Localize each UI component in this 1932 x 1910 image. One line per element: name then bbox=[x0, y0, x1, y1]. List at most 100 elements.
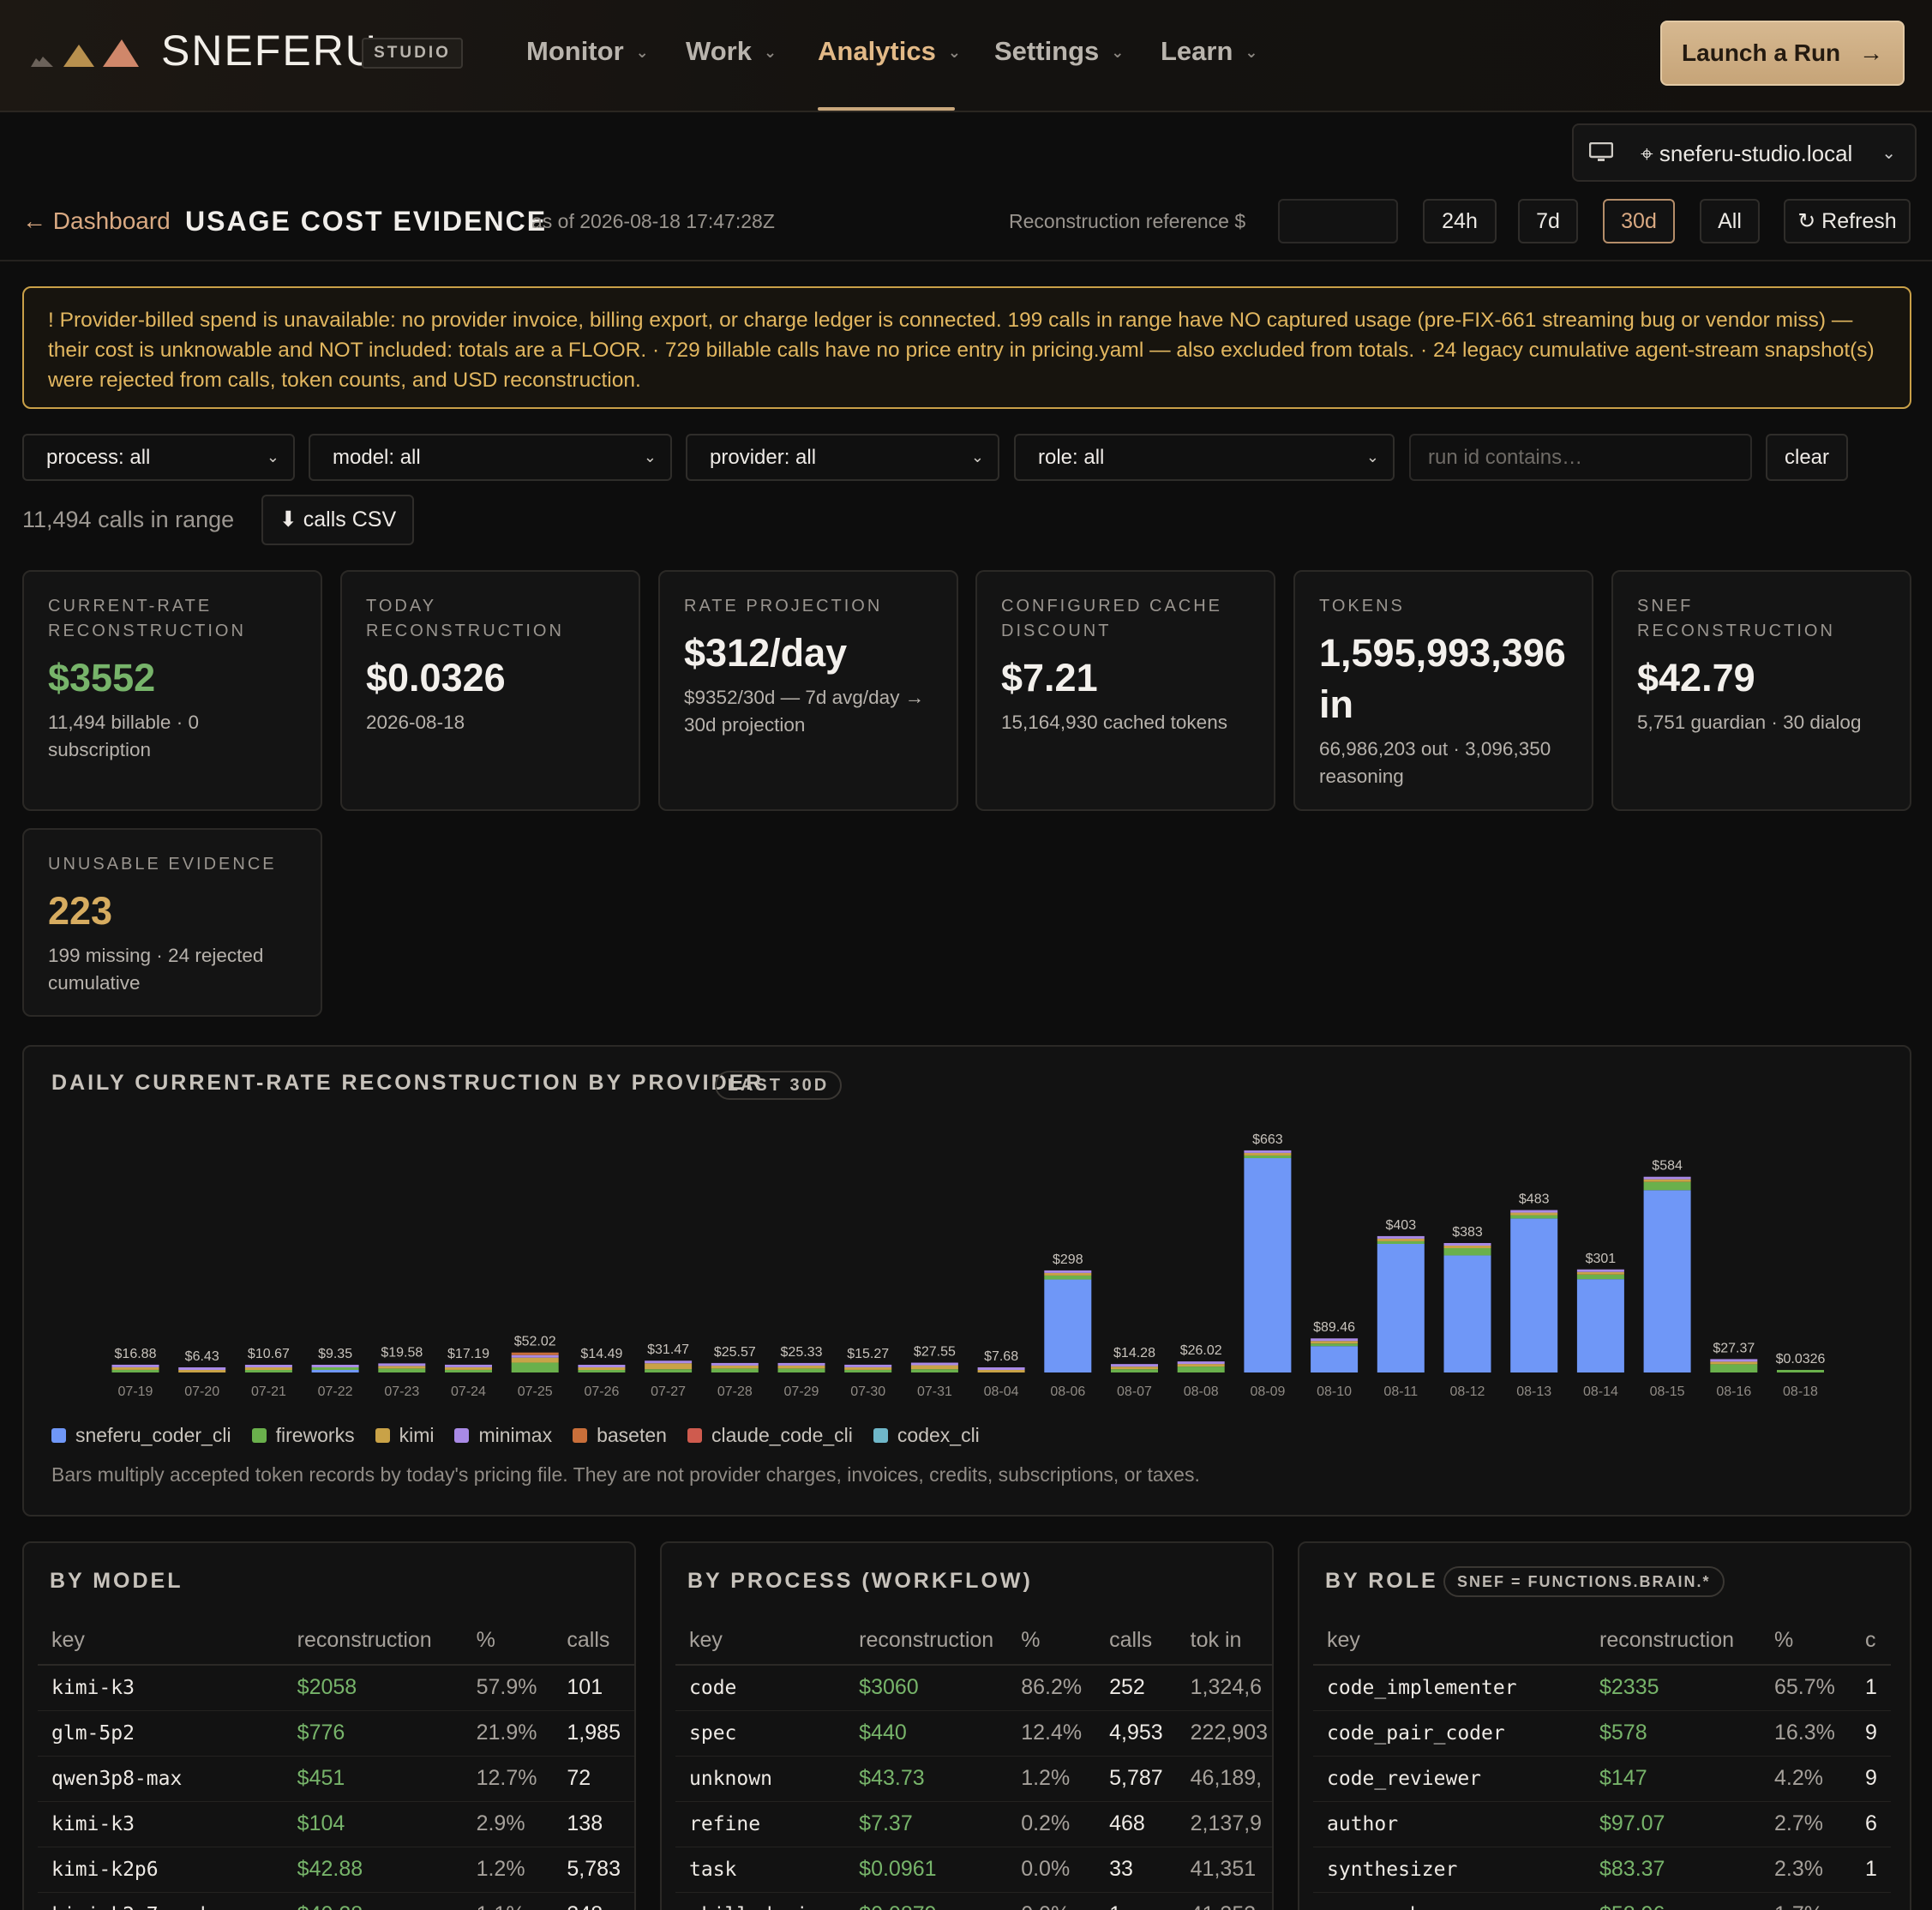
table-row[interactable]: code_implementer $2335 65.7% 1 bbox=[1313, 1665, 1891, 1711]
table-row[interactable]: code $3060 86.2% 252 1,324,6 bbox=[675, 1665, 1272, 1711]
bar-segment-sneferu_coder_cli[interactable] bbox=[1443, 1255, 1491, 1372]
bar-segment-fireworks[interactable] bbox=[910, 1369, 958, 1372]
model-filter-select[interactable]: model: all ⌄ bbox=[309, 434, 672, 481]
bar-segment-kimi[interactable] bbox=[645, 1363, 693, 1370]
bar-group-08-13[interactable] bbox=[1510, 1210, 1558, 1372]
bar-segment-kimi[interactable] bbox=[1377, 1238, 1425, 1241]
table-row[interactable]: code_pair_coder $578 16.3% 9 bbox=[1313, 1710, 1891, 1757]
column-header[interactable]: calls bbox=[553, 1617, 634, 1666]
range-all-button[interactable]: All bbox=[1700, 199, 1760, 243]
bar-group-08-08[interactable] bbox=[1177, 1361, 1225, 1372]
column-header[interactable]: tok in bbox=[1176, 1617, 1272, 1666]
bar-group-07-26[interactable] bbox=[578, 1365, 626, 1372]
table-row[interactable]: unknown $43.73 1.2% 5,787 46,189, bbox=[675, 1756, 1272, 1802]
column-header[interactable]: key bbox=[1313, 1617, 1586, 1666]
launch-run-button[interactable]: Launch a Run → bbox=[1660, 21, 1905, 86]
table-row[interactable]: qwen3p8-max $451 12.7% 72 bbox=[38, 1756, 634, 1802]
bar-segment-minimax[interactable] bbox=[977, 1367, 1025, 1370]
bar-segment-kimi[interactable] bbox=[1311, 1341, 1359, 1344]
bar-group-08-04[interactable] bbox=[977, 1367, 1025, 1372]
bar-group-07-25[interactable] bbox=[511, 1352, 559, 1372]
column-header[interactable]: key bbox=[675, 1617, 846, 1666]
bar-segment-kimi[interactable] bbox=[178, 1370, 226, 1372]
bar-segment-minimax[interactable] bbox=[1244, 1150, 1292, 1153]
host-selector[interactable]: ⌖ sneferu-studio.local ⌄ bbox=[1572, 123, 1917, 182]
legend-item-baseten[interactable]: baseten bbox=[573, 1424, 667, 1447]
bar-segment-fireworks[interactable] bbox=[511, 1362, 559, 1372]
bar-segment-minimax[interactable] bbox=[111, 1364, 159, 1367]
bar-segment-kimi[interactable] bbox=[977, 1370, 1025, 1372]
bar-segment-fireworks[interactable] bbox=[311, 1367, 359, 1370]
role-filter-select[interactable]: role: all ⌄ bbox=[1014, 434, 1395, 481]
legend-item-kimi[interactable]: kimi bbox=[375, 1424, 434, 1447]
bar-segment-minimax[interactable] bbox=[645, 1360, 693, 1364]
calls-csv-download-button[interactable]: ⬇ calls CSV bbox=[261, 495, 414, 545]
bar-segment-fireworks[interactable] bbox=[378, 1368, 426, 1372]
nav-learn[interactable]: Learn ⌄ bbox=[1161, 36, 1258, 67]
bar-group-07-30[interactable] bbox=[844, 1364, 892, 1372]
bar-segment-fireworks[interactable] bbox=[445, 1369, 492, 1372]
bar-group-08-16[interactable] bbox=[1710, 1359, 1758, 1372]
bar-segment-kimi[interactable] bbox=[1510, 1212, 1558, 1216]
bar-segment-sneferu_coder_cli[interactable] bbox=[311, 1370, 359, 1372]
bar-segment-kimi[interactable] bbox=[1710, 1361, 1758, 1365]
nav-work[interactable]: Work ⌄ bbox=[686, 36, 777, 67]
bar-segment-kimi[interactable] bbox=[1111, 1366, 1158, 1370]
bar-segment-minimax[interactable] bbox=[1576, 1269, 1624, 1272]
bar-segment-fireworks[interactable] bbox=[1044, 1275, 1092, 1280]
column-header[interactable]: reconstruction bbox=[283, 1617, 463, 1666]
bar-segment-sneferu_coder_cli[interactable] bbox=[1311, 1346, 1359, 1372]
bar-segment-fireworks[interactable] bbox=[645, 1369, 693, 1372]
table-row[interactable]: spec $440 12.4% 4,953 222,903 bbox=[675, 1710, 1272, 1757]
bar-group-07-23[interactable] bbox=[378, 1363, 426, 1372]
bar-group-07-27[interactable] bbox=[645, 1360, 693, 1372]
bar-segment-minimax[interactable] bbox=[378, 1363, 426, 1366]
bar-segment-minimax[interactable] bbox=[1311, 1338, 1359, 1342]
bar-segment-minimax[interactable] bbox=[511, 1354, 559, 1358]
column-header[interactable]: key bbox=[38, 1617, 284, 1666]
bar-segment-fireworks[interactable] bbox=[711, 1368, 759, 1372]
bar-segment-kimi[interactable] bbox=[711, 1365, 759, 1369]
table-row[interactable]: kimi-k3 $2058 57.9% 101 bbox=[38, 1665, 634, 1711]
bar-segment-fireworks[interactable] bbox=[1111, 1369, 1158, 1372]
bar-group-08-06[interactable] bbox=[1044, 1270, 1092, 1372]
bar-segment-fireworks[interactable] bbox=[1777, 1370, 1824, 1372]
table-row[interactable]: scorer_b$58.961.7% bbox=[1313, 1892, 1891, 1910]
bar-group-08-07[interactable] bbox=[1111, 1364, 1158, 1372]
column-header[interactable]: c bbox=[1851, 1617, 1891, 1666]
table-row[interactable]: kimi-k3 $104 2.9% 138 bbox=[38, 1801, 634, 1847]
column-header[interactable]: calls bbox=[1095, 1617, 1177, 1666]
table-row[interactable]: glm-5p2 $776 21.9% 1,985 bbox=[38, 1710, 634, 1757]
brand-name[interactable]: SNEFERU bbox=[161, 26, 378, 75]
bar-segment-minimax[interactable] bbox=[1177, 1361, 1225, 1365]
bar-segment-kimi[interactable] bbox=[777, 1365, 825, 1369]
legend-item-codex_cli[interactable]: codex_cli bbox=[873, 1424, 980, 1447]
bar-segment-minimax[interactable] bbox=[1643, 1176, 1691, 1180]
bar-segment-fireworks[interactable] bbox=[578, 1370, 626, 1372]
bar-segment-kimi[interactable] bbox=[1643, 1179, 1691, 1182]
nav-analytics[interactable]: Analytics ⌄ bbox=[818, 36, 961, 67]
bar-segment-kimi[interactable] bbox=[578, 1367, 626, 1370]
bar-group-08-09[interactable] bbox=[1244, 1150, 1292, 1372]
bar-segment-sneferu_coder_cli[interactable] bbox=[1643, 1190, 1691, 1372]
process-filter-select[interactable]: process: all ⌄ bbox=[22, 434, 295, 481]
column-header[interactable]: % bbox=[1761, 1617, 1851, 1666]
bar-segment-minimax[interactable] bbox=[311, 1365, 359, 1367]
bar-segment-sneferu_coder_cli[interactable] bbox=[1244, 1158, 1292, 1372]
legend-item-sneferu_coder_cli[interactable]: sneferu_coder_cli bbox=[51, 1424, 231, 1447]
bar-group-08-10[interactable] bbox=[1311, 1338, 1359, 1372]
bar-segment-minimax[interactable] bbox=[910, 1362, 958, 1366]
table-row[interactable]: synthesizer $83.37 2.3% 1 bbox=[1313, 1847, 1891, 1893]
bar-segment-kimi[interactable] bbox=[1044, 1272, 1092, 1276]
bar-segment-kimi[interactable] bbox=[1177, 1364, 1225, 1367]
bar-segment-fireworks[interactable] bbox=[1177, 1366, 1225, 1372]
bar-segment-fireworks[interactable] bbox=[1710, 1364, 1758, 1372]
table-row[interactable]: author $97.07 2.7% 6 bbox=[1313, 1801, 1891, 1847]
bar-segment-minimax[interactable] bbox=[578, 1365, 626, 1367]
bar-segment-kimi[interactable] bbox=[244, 1367, 292, 1370]
bar-segment-kimi[interactable] bbox=[111, 1366, 159, 1370]
bar-segment-fireworks[interactable] bbox=[1443, 1248, 1491, 1256]
bar-group-08-14[interactable] bbox=[1576, 1269, 1624, 1372]
bar-segment-minimax[interactable] bbox=[445, 1364, 492, 1367]
provider-filter-select[interactable]: provider: all ⌄ bbox=[686, 434, 999, 481]
